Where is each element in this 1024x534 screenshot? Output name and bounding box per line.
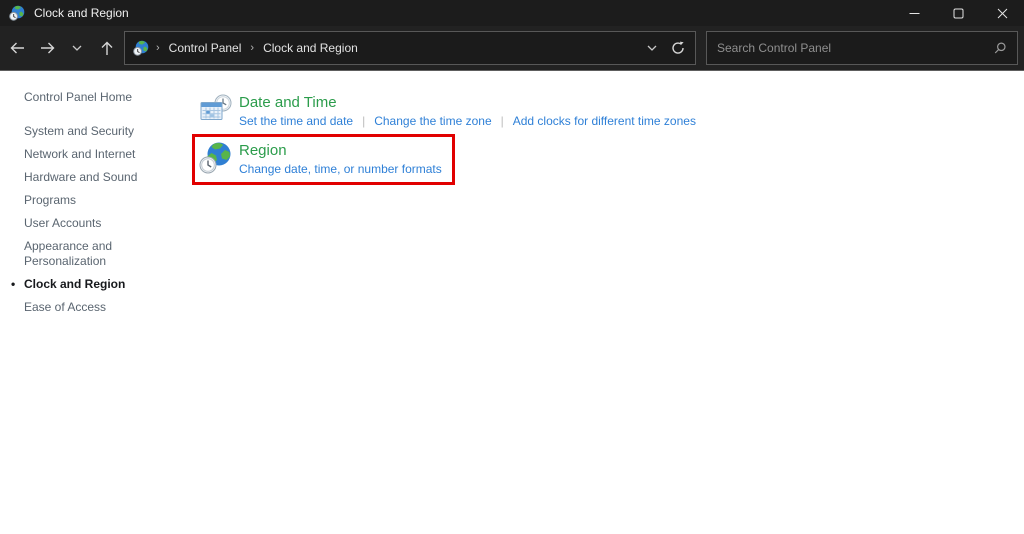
sidebar-item-label: Network and Internet xyxy=(24,147,136,161)
sidebar: Control Panel Home System and Security Net… xyxy=(0,71,190,534)
sidebar-item-ease-of-access[interactable]: Ease of Access xyxy=(24,300,156,315)
sidebar-item-label: Ease of Access xyxy=(24,300,107,314)
control-panel-window: Clock and Region › Control Panel › Clock… xyxy=(0,0,1024,534)
globe-clock-icon xyxy=(199,141,233,175)
clock-region-breadcrumb-icon xyxy=(133,40,149,56)
navigation-toolbar: › Control Panel › Clock and Region xyxy=(0,26,1024,71)
link-separator: | xyxy=(500,114,504,128)
sidebar-item-control-panel-home[interactable]: Control Panel Home xyxy=(24,90,156,105)
sidebar-item-system-and-security[interactable]: System and Security xyxy=(24,124,156,139)
link-change-the-time-zone[interactable]: Change the time zone xyxy=(374,114,491,128)
window-body: Control Panel Home System and Security Net… xyxy=(0,71,1024,534)
up-button[interactable] xyxy=(92,32,122,64)
link-add-clocks-for-different-time-zones[interactable]: Add clocks for different time zones xyxy=(513,114,696,128)
section-region: Region Change date, time, or number forma… xyxy=(192,134,455,185)
clock-region-app-icon xyxy=(9,5,25,21)
section-links: Change date, time, or number formats xyxy=(239,162,442,176)
recent-pages-chevron-icon[interactable] xyxy=(62,32,92,64)
breadcrumb-separator: › xyxy=(156,42,160,54)
breadcrumb-clock-and-region[interactable]: Clock and Region xyxy=(257,39,364,57)
sidebar-item-clock-and-region[interactable]: • Clock and Region xyxy=(11,277,156,292)
minimize-button[interactable] xyxy=(892,0,936,26)
section-text: Region Change date, time, or number forma… xyxy=(239,141,442,176)
breadcrumb-control-panel[interactable]: Control Panel xyxy=(163,39,248,57)
close-button[interactable] xyxy=(980,0,1024,26)
link-separator: | xyxy=(362,114,366,128)
sidebar-item-label: Control Panel Home xyxy=(24,90,133,104)
content: Date and Time Set the time and date | Chang… xyxy=(190,71,1024,534)
sidebar-item-label: Clock and Region xyxy=(24,277,126,291)
address-dropdown-chevron-icon[interactable] xyxy=(639,34,665,62)
back-button[interactable] xyxy=(2,32,32,64)
section-date-and-time: Date and Time Set the time and date | Chang… xyxy=(199,93,696,128)
window-controls xyxy=(892,0,1024,26)
search-box xyxy=(706,31,1018,65)
sidebar-item-programs[interactable]: Programs xyxy=(24,193,156,208)
sidebar-item-label: User Accounts xyxy=(24,216,102,230)
active-item-bullet: • xyxy=(11,277,16,291)
sidebar-item-hardware-and-sound[interactable]: Hardware and Sound xyxy=(24,170,156,185)
link-set-the-time-and-date[interactable]: Set the time and date xyxy=(239,114,353,128)
sidebar-item-appearance-and-personalization[interactable]: Appearance and Personalization xyxy=(24,239,156,269)
section-text: Date and Time Set the time and date | Chang… xyxy=(239,93,696,128)
address-bar[interactable]: › Control Panel › Clock and Region xyxy=(124,31,696,65)
forward-button[interactable] xyxy=(32,32,62,64)
search-input[interactable] xyxy=(717,41,992,55)
section-title-date-and-time[interactable]: Date and Time xyxy=(239,94,696,111)
window-title: Clock and Region xyxy=(34,6,129,20)
search-icon xyxy=(992,41,1007,56)
sidebar-item-label: Hardware and Sound xyxy=(24,170,138,184)
sidebar-item-network-and-internet[interactable]: Network and Internet xyxy=(24,147,156,162)
section-title-region[interactable]: Region xyxy=(239,142,442,159)
sidebar-item-label: Programs xyxy=(24,193,77,207)
link-change-date-time-or-number-formats[interactable]: Change date, time, or number formats xyxy=(239,162,442,176)
breadcrumb-separator: › xyxy=(250,42,255,54)
maximize-button[interactable] xyxy=(936,0,980,26)
section-links: Set the time and date | Change the time zo… xyxy=(239,114,696,128)
sidebar-item-label: Appearance and Personalization xyxy=(24,239,113,268)
refresh-button[interactable] xyxy=(665,34,691,62)
sidebar-item-user-accounts[interactable]: User Accounts xyxy=(24,216,156,231)
calendar-clock-icon xyxy=(199,93,233,127)
sidebar-item-label: System and Security xyxy=(24,124,135,138)
titlebar: Clock and Region xyxy=(0,0,1024,26)
